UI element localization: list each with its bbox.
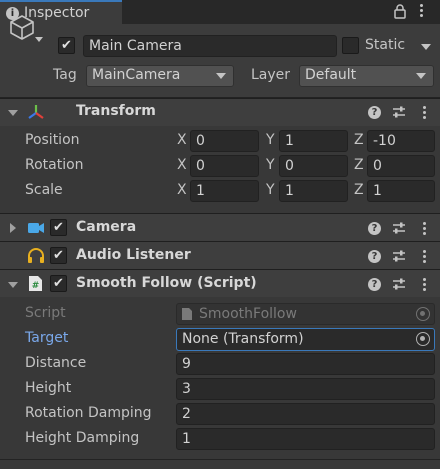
scale-z-field[interactable]: 1 [367, 180, 435, 202]
help-icon[interactable]: ? [368, 106, 381, 119]
target-field[interactable]: None (Transform) [176, 328, 435, 351]
headphones-icon [27, 248, 45, 268]
distance-field[interactable]: 9 [176, 353, 435, 375]
position-x-field[interactable]: 0 [190, 130, 259, 152]
cube-icon[interactable] [8, 13, 36, 45]
distance-label[interactable]: Distance [25, 355, 86, 371]
audio-listener-enabled-checkbox[interactable]: ✔ [50, 247, 67, 264]
rotation-damping-label[interactable]: Rotation Damping [25, 405, 152, 421]
script-label: Script [25, 305, 66, 321]
layer-label: Layer [251, 67, 291, 83]
bottom-divider [0, 459, 440, 460]
lock-icon[interactable] [394, 4, 406, 23]
height-damping-field[interactable]: 1 [176, 428, 435, 450]
smooth-follow-component-header[interactable]: # ✔ Smooth Follow (Script) ? [0, 269, 440, 297]
gameobject-name-field[interactable]: Main Camera [83, 35, 337, 57]
x-axis-label[interactable]: X [177, 157, 187, 173]
layer-dropdown-value: Default [305, 67, 357, 83]
x-axis-label[interactable]: X [177, 132, 187, 148]
y-axis-label[interactable]: Y [266, 157, 275, 173]
static-label[interactable]: Static [365, 37, 405, 53]
target-field-value: None (Transform) [182, 331, 304, 347]
target-label[interactable]: Target [25, 330, 68, 346]
csharp-script-icon [181, 307, 193, 325]
checkmark-icon: ✔ [53, 276, 64, 291]
csharp-script-icon: # [28, 275, 43, 296]
x-axis-label[interactable]: X [177, 182, 187, 198]
icon-dropdown-caret-icon[interactable] [35, 37, 43, 42]
rotation-label[interactable]: Rotation [25, 157, 84, 173]
smooth-follow-title: Smooth Follow (Script) [76, 275, 257, 291]
object-picker-icon [416, 307, 430, 321]
chevron-down-icon [216, 73, 226, 79]
help-icon[interactable]: ? [368, 278, 381, 291]
object-picker-icon[interactable] [416, 332, 430, 346]
presets-icon[interactable] [392, 221, 406, 239]
height-field[interactable]: 3 [176, 378, 435, 400]
script-field: SmoothFollow [176, 303, 435, 325]
foldout-open-icon[interactable] [8, 282, 18, 288]
height-label[interactable]: Height [25, 380, 71, 396]
script-field-value: SmoothFollow [199, 306, 297, 322]
transform-component-header[interactable]: Transform ? [0, 98, 440, 126]
tag-dropdown[interactable]: MainCamera [86, 65, 234, 87]
static-dropdown-caret-icon[interactable] [421, 44, 431, 50]
position-y-field[interactable]: 1 [279, 130, 348, 152]
smooth-follow-enabled-checkbox[interactable]: ✔ [50, 275, 67, 292]
checkmark-icon: ✔ [61, 38, 72, 53]
kebab-menu-icon[interactable] [423, 106, 427, 120]
rotation-damping-field[interactable]: 2 [176, 403, 435, 425]
z-axis-label[interactable]: Z [354, 157, 364, 173]
height-damping-label[interactable]: Height Damping [25, 430, 139, 446]
layer-dropdown[interactable]: Default [299, 65, 434, 87]
y-axis-label[interactable]: Y [266, 182, 275, 198]
camera-enabled-checkbox[interactable]: ✔ [50, 219, 67, 236]
tag-dropdown-value: MainCamera [92, 67, 181, 83]
scale-x-field[interactable]: 1 [190, 180, 259, 202]
z-axis-label[interactable]: Z [354, 182, 364, 198]
camera-component-header[interactable]: ✔ Camera ? [0, 213, 440, 241]
chevron-down-icon [416, 73, 426, 79]
camera-icon [27, 221, 45, 239]
svg-text:#: # [32, 281, 40, 291]
transform-title: Transform [76, 103, 156, 119]
rotation-z-field[interactable]: 0 [367, 155, 435, 177]
rotation-y-field[interactable]: 0 [279, 155, 348, 177]
position-z-field[interactable]: -10 [367, 130, 435, 152]
audio-listener-component-header[interactable]: ✔ Audio Listener ? [0, 241, 440, 269]
position-label[interactable]: Position [25, 132, 80, 148]
scale-label[interactable]: Scale [25, 182, 63, 198]
gameobject-active-checkbox[interactable]: ✔ [58, 37, 75, 54]
y-axis-label[interactable]: Y [266, 132, 275, 148]
checkmark-icon: ✔ [53, 248, 64, 263]
kebab-menu-icon[interactable] [423, 222, 427, 236]
tag-label: Tag [53, 67, 77, 83]
presets-icon[interactable] [392, 249, 406, 267]
checkmark-icon: ✔ [53, 220, 64, 235]
presets-icon[interactable] [392, 277, 406, 295]
help-icon[interactable]: ? [368, 250, 381, 263]
kebab-menu-icon[interactable] [423, 278, 427, 292]
help-icon[interactable]: ? [368, 222, 381, 235]
static-checkbox[interactable] [342, 37, 359, 54]
tab-menu-icon[interactable] [420, 4, 424, 18]
z-axis-label[interactable]: Z [354, 132, 364, 148]
transform-axes-icon [26, 103, 46, 125]
foldout-open-icon[interactable] [8, 110, 18, 116]
foldout-closed-icon[interactable] [10, 223, 16, 233]
rotation-x-field[interactable]: 0 [190, 155, 259, 177]
scale-y-field[interactable]: 1 [279, 180, 348, 202]
kebab-menu-icon[interactable] [423, 250, 427, 264]
camera-title: Camera [76, 219, 137, 235]
audio-listener-title: Audio Listener [76, 247, 191, 263]
presets-icon[interactable] [392, 105, 406, 123]
